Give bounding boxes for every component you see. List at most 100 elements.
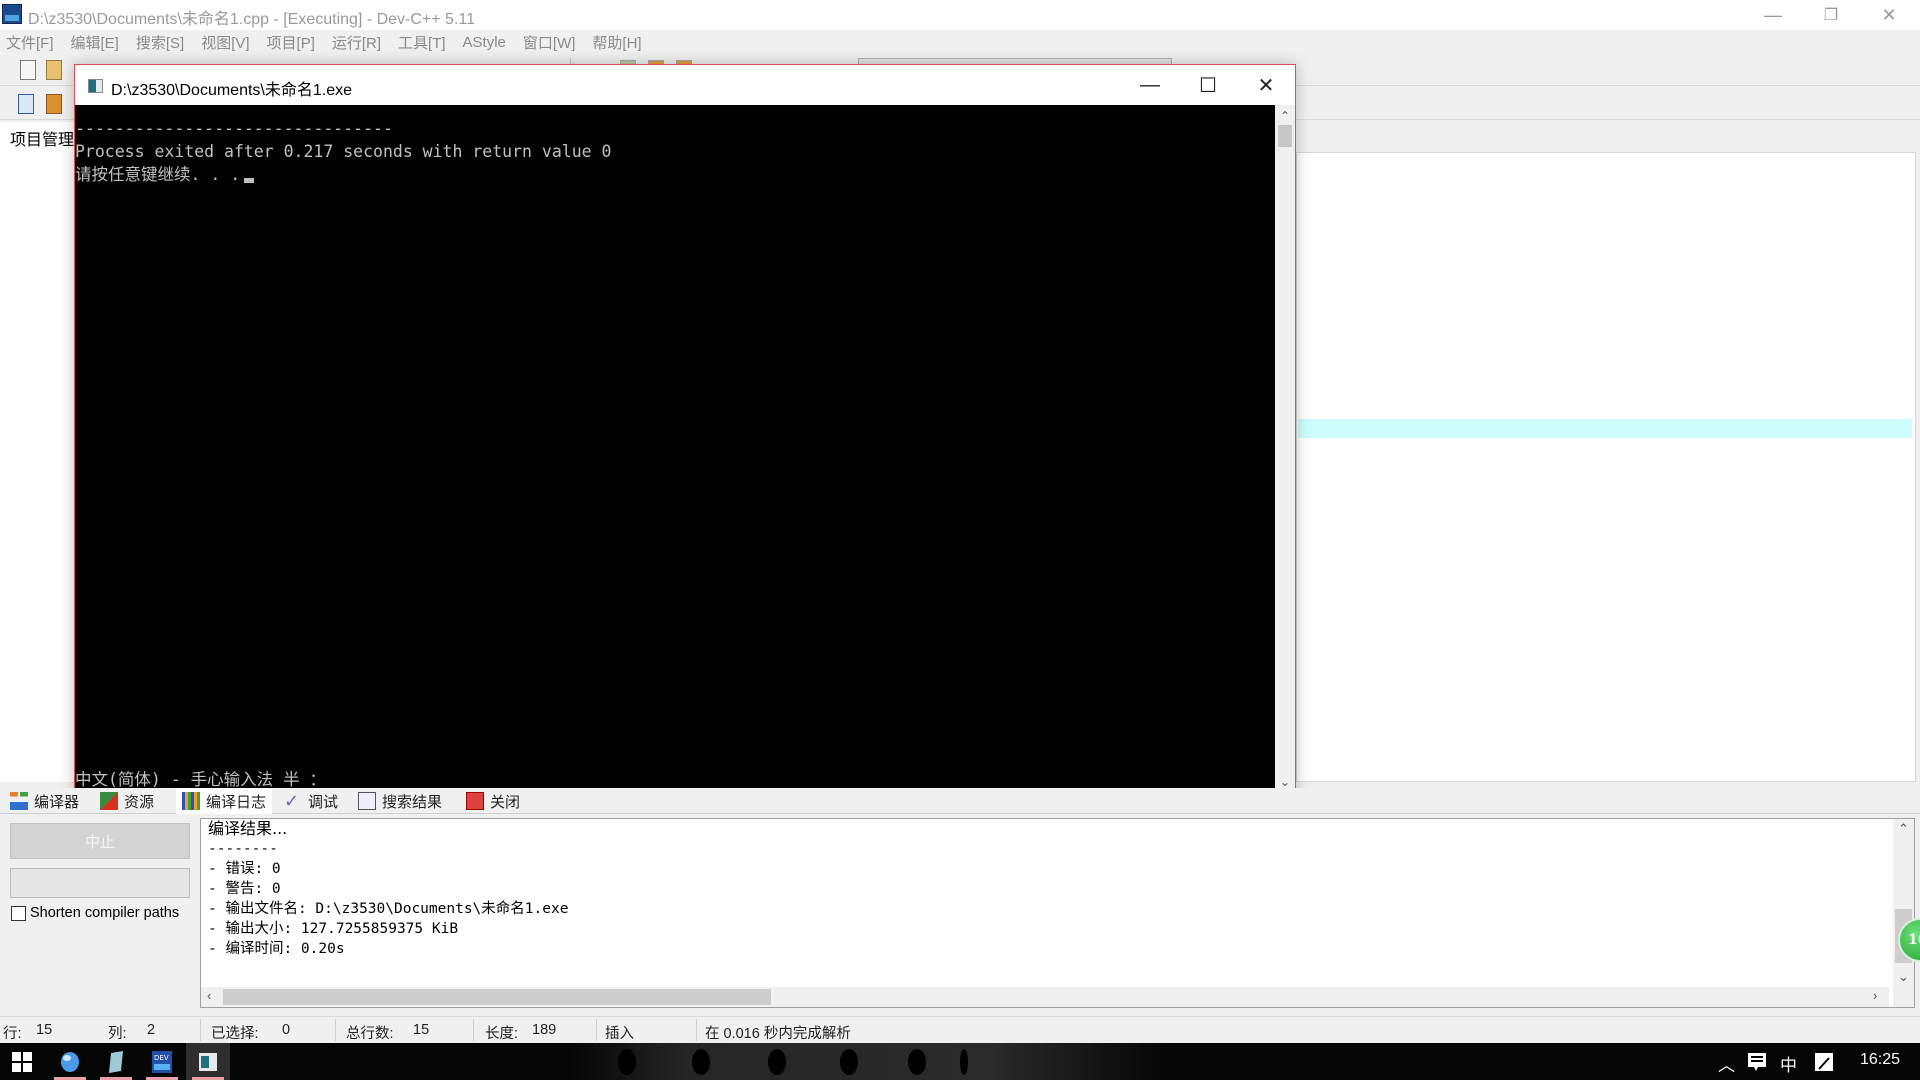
wallpaper-shape	[960, 1049, 968, 1075]
tab-label: 编译器	[34, 793, 80, 811]
menu-window[interactable]: 窗口[W]	[523, 32, 576, 53]
compile-progress-bar	[10, 868, 190, 898]
bottom-tab-bar: 编译器 资源 编译日志 ✓ 调试 搜索结果 关闭	[0, 788, 1920, 814]
status-separator	[596, 1019, 597, 1041]
desktop-wallpaper	[570, 1043, 1170, 1080]
menu-edit[interactable]: 编辑[E]	[71, 32, 119, 53]
dev-cpp-icon: DEV	[152, 1050, 172, 1073]
menu-help[interactable]: 帮助[H]	[592, 32, 641, 53]
selected-value: 0	[282, 1022, 291, 1038]
tab-label: 搜索结果	[382, 793, 443, 811]
menu-project[interactable]: 项目[P]	[267, 32, 315, 53]
menu-astyle[interactable]: AStyle	[463, 34, 506, 51]
svg-text:DEV: DEV	[154, 1054, 169, 1062]
console-maximize-button[interactable]: ☐	[1179, 65, 1237, 105]
new-file-icon[interactable]	[20, 60, 36, 80]
project-options-icon[interactable]	[18, 94, 34, 114]
project-manager-tab[interactable]: 项目管理	[10, 126, 74, 150]
code-editor[interactable]	[1296, 152, 1916, 782]
grid-icon	[10, 792, 28, 810]
console-close-button[interactable]: ✕	[1237, 65, 1295, 105]
scroll-up-icon[interactable]: ⌃	[1275, 107, 1295, 125]
scroll-up-icon[interactable]: ⌃	[1898, 821, 1909, 837]
tab-compiler[interactable]: 编译器	[10, 788, 79, 814]
start-button[interactable]	[0, 1043, 44, 1080]
tab-label: 调试	[308, 793, 339, 811]
tab-debug[interactable]: ✓ 调试	[284, 788, 338, 814]
network-icon[interactable]	[1815, 1053, 1833, 1071]
console-line: Process exited after 0.217 seconds with …	[75, 142, 612, 161]
wallpaper-shape	[840, 1049, 858, 1075]
console-minimize-button[interactable]: —	[1121, 65, 1179, 105]
tab-compile-log[interactable]: 编译日志	[176, 788, 273, 814]
scroll-right-icon[interactable]: ›	[1873, 988, 1877, 1003]
minimize-button[interactable]: —	[1750, 0, 1796, 30]
console-output[interactable]: -------------------------------- Process…	[75, 105, 1275, 794]
length-label: 长度:	[485, 1026, 519, 1042]
tab-close[interactable]: 关闭	[466, 788, 520, 814]
log-line: - 错误: 0	[208, 861, 281, 877]
log-vertical-scrollbar[interactable]: ⌃ ⌄	[1893, 819, 1914, 1007]
console-title: D:\z3530\Documents\未命名1.exe	[111, 82, 352, 99]
menu-view[interactable]: 视图[V]	[201, 32, 249, 53]
log-horizontal-scrollbar[interactable]: ‹ ›	[201, 987, 1889, 1007]
menu-search[interactable]: 搜索[S]	[136, 32, 184, 53]
wallpaper-shape	[908, 1049, 926, 1075]
wallpaper-shape	[618, 1049, 636, 1075]
taskbar-dev-cpp[interactable]: DEV	[140, 1043, 184, 1080]
restore-button[interactable]: ❐	[1808, 0, 1854, 30]
add-to-project-icon[interactable]	[46, 94, 62, 114]
tab-label: 关闭	[490, 793, 521, 811]
action-center-icon[interactable]	[1748, 1053, 1766, 1071]
col-value: 2	[147, 1022, 156, 1038]
taskbar: DEV ︿ 中 16:25	[0, 1043, 1920, 1080]
compile-log[interactable]: 编译结果... -------- - 错误: 0 - 警告: 0 - 输出文件名…	[200, 818, 1915, 1008]
console-scroll-thumb[interactable]	[1278, 125, 1292, 147]
wallpaper-shape	[768, 1049, 786, 1075]
menu-run[interactable]: 运行[R]	[332, 32, 381, 53]
shorten-paths-checkbox[interactable]	[11, 906, 26, 921]
current-line-highlight	[1298, 419, 1912, 438]
console-line: 请按任意键继续. . .	[75, 164, 255, 186]
menu-tools[interactable]: 工具[T]	[398, 32, 446, 53]
globe-icon	[61, 1051, 79, 1072]
clock[interactable]: 16:25	[1860, 1051, 1900, 1069]
status-separator	[335, 1019, 336, 1041]
show-hidden-icons[interactable]: ︿	[1718, 1051, 1735, 1076]
console-icon	[199, 1052, 217, 1071]
tab-search-results[interactable]: 搜索结果	[358, 788, 442, 814]
shorten-paths-label[interactable]: Shorten compiler paths	[30, 905, 179, 921]
parse-info: 在 0.016 秒内完成解析	[705, 1026, 851, 1042]
menu-bar: 文件[F] 编辑[E] 搜索[S] 视图[V] 项目[P] 运行[R] 工具[T…	[0, 30, 1920, 54]
total-lines-label: 总行数:	[346, 1026, 394, 1042]
tab-label: 编译日志	[206, 793, 267, 811]
status-separator	[473, 1019, 474, 1041]
close-icon	[466, 792, 484, 810]
taskbar-browser[interactable]	[48, 1043, 92, 1080]
dev-cpp-app-icon	[2, 4, 22, 24]
console-scrollbar[interactable]: ⌃ ⌄	[1275, 105, 1295, 794]
scroll-left-icon[interactable]: ‹	[207, 988, 211, 1003]
log-horizontal-thumb[interactable]	[223, 989, 771, 1005]
menu-file[interactable]: 文件[F]	[6, 32, 54, 53]
console-title-bar[interactable]: D:\z3530\Documents\未命名1.exe — ☐ ✕	[75, 65, 1295, 105]
abort-button[interactable]: 中止	[10, 823, 190, 859]
log-line: - 输出文件名: D:\z3530\Documents\未命名1.exe	[208, 901, 569, 917]
taskbar-console[interactable]	[186, 1043, 230, 1080]
ime-indicator[interactable]: 中	[1780, 1051, 1797, 1076]
open-file-icon[interactable]	[46, 60, 62, 80]
taskbar-notepad[interactable]	[94, 1043, 138, 1080]
console-window[interactable]: D:\z3530\Documents\未命名1.exe — ☐ ✕ ------…	[74, 64, 1296, 795]
close-button[interactable]: ✕	[1866, 0, 1912, 30]
scroll-down-icon[interactable]: ⌄	[1898, 969, 1909, 985]
insert-mode: 插入	[605, 1026, 634, 1042]
window-title: D:\z3530\Documents\未命名1.cpp - [Executing…	[28, 11, 476, 28]
status-bar: 行: 15 列: 2 已选择: 0 总行数: 15 长度: 189 插入 在 0…	[0, 1016, 1920, 1043]
tab-resources[interactable]: 资源	[100, 788, 154, 814]
text-cursor	[244, 178, 255, 183]
bar-chart-icon	[182, 792, 200, 810]
total-lines-value: 15	[413, 1022, 430, 1038]
log-line: - 警告: 0	[208, 881, 281, 897]
length-value: 189	[532, 1022, 557, 1038]
log-line: - 编译时间: 0.20s	[208, 941, 345, 957]
